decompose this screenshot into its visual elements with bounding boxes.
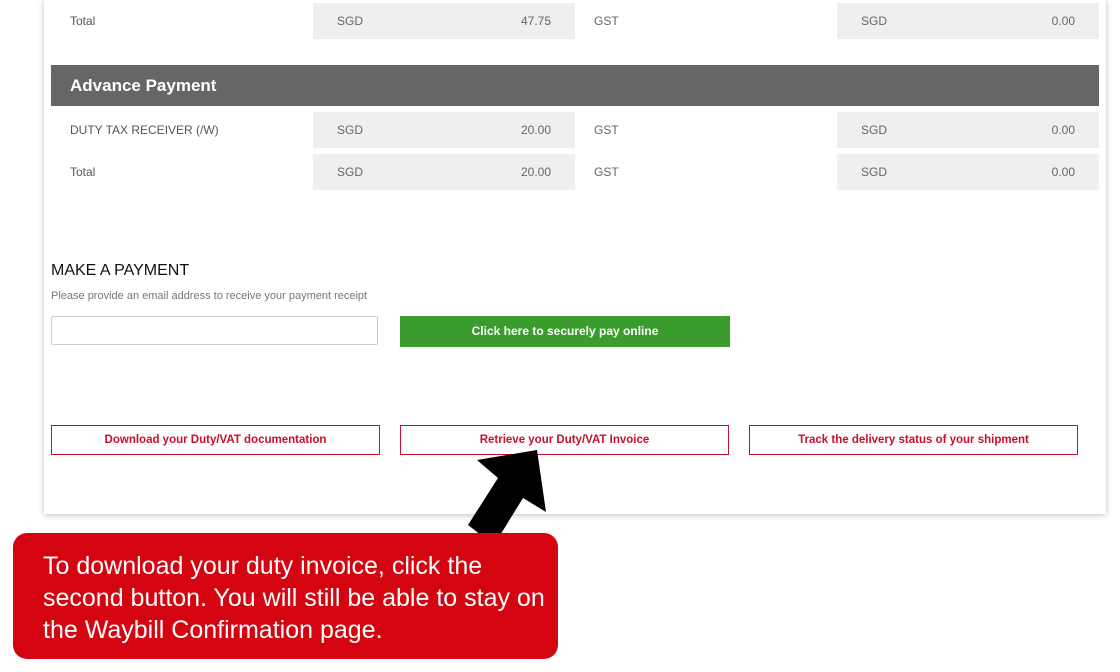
- email-input[interactable]: [51, 316, 378, 345]
- summary-total-row: Total SGD 47.75 GST SGD 0.00: [51, 3, 1099, 39]
- gst-label: GST: [594, 165, 619, 179]
- gst-amount: 0.00: [1051, 165, 1075, 179]
- gst-cell: SGD 0.00: [837, 112, 1099, 148]
- row-label: DUTY TAX RECEIVER (/W): [70, 123, 219, 137]
- amount-cell: SGD 20.00: [313, 112, 575, 148]
- amount-cell: SGD 20.00: [313, 154, 575, 190]
- pay-online-button[interactable]: Click here to securely pay online: [400, 316, 730, 347]
- gst-cell: SGD 0.00: [837, 154, 1099, 190]
- gst-cell: SGD 0.00: [837, 3, 1099, 39]
- page: Total SGD 47.75 GST SGD 0.00 Advance Pay…: [0, 0, 1120, 672]
- gst-amount: 0.00: [1051, 14, 1075, 28]
- row-label: Total: [70, 165, 96, 179]
- track-shipment-button[interactable]: Track the delivery status of your shipme…: [749, 425, 1078, 455]
- download-documentation-button[interactable]: Download your Duty/VAT documentation: [51, 425, 380, 455]
- amount: 20.00: [520, 165, 551, 179]
- make-payment-title: MAKE A PAYMENT: [51, 262, 190, 279]
- callout-text: To download your duty invoice, click the…: [43, 552, 545, 644]
- amount-cell: SGD 47.75: [313, 3, 575, 39]
- row-label: Total: [70, 14, 96, 28]
- currency: SGD: [337, 165, 364, 179]
- gst-currency: SGD: [861, 123, 888, 137]
- gst-currency: SGD: [861, 165, 888, 179]
- gst-label: GST: [594, 14, 619, 28]
- advance-payment-header: Advance Payment: [51, 65, 1099, 106]
- gst-label: GST: [594, 123, 619, 137]
- instruction-callout: To download your duty invoice, click the…: [13, 533, 558, 659]
- currency: SGD: [337, 14, 364, 28]
- amount: 47.75: [520, 14, 551, 28]
- gst-currency: SGD: [861, 14, 888, 28]
- advance-total-row: Total SGD 20.00 GST SGD 0.00: [51, 154, 1099, 190]
- amount: 20.00: [520, 123, 551, 137]
- email-hint: Please provide an email address to recei…: [51, 290, 368, 302]
- gst-amount: 0.00: [1051, 123, 1075, 137]
- section-title: Advance Payment: [70, 76, 217, 95]
- currency: SGD: [337, 123, 364, 137]
- advance-row: DUTY TAX RECEIVER (/W) SGD 20.00 GST SGD…: [51, 112, 1099, 148]
